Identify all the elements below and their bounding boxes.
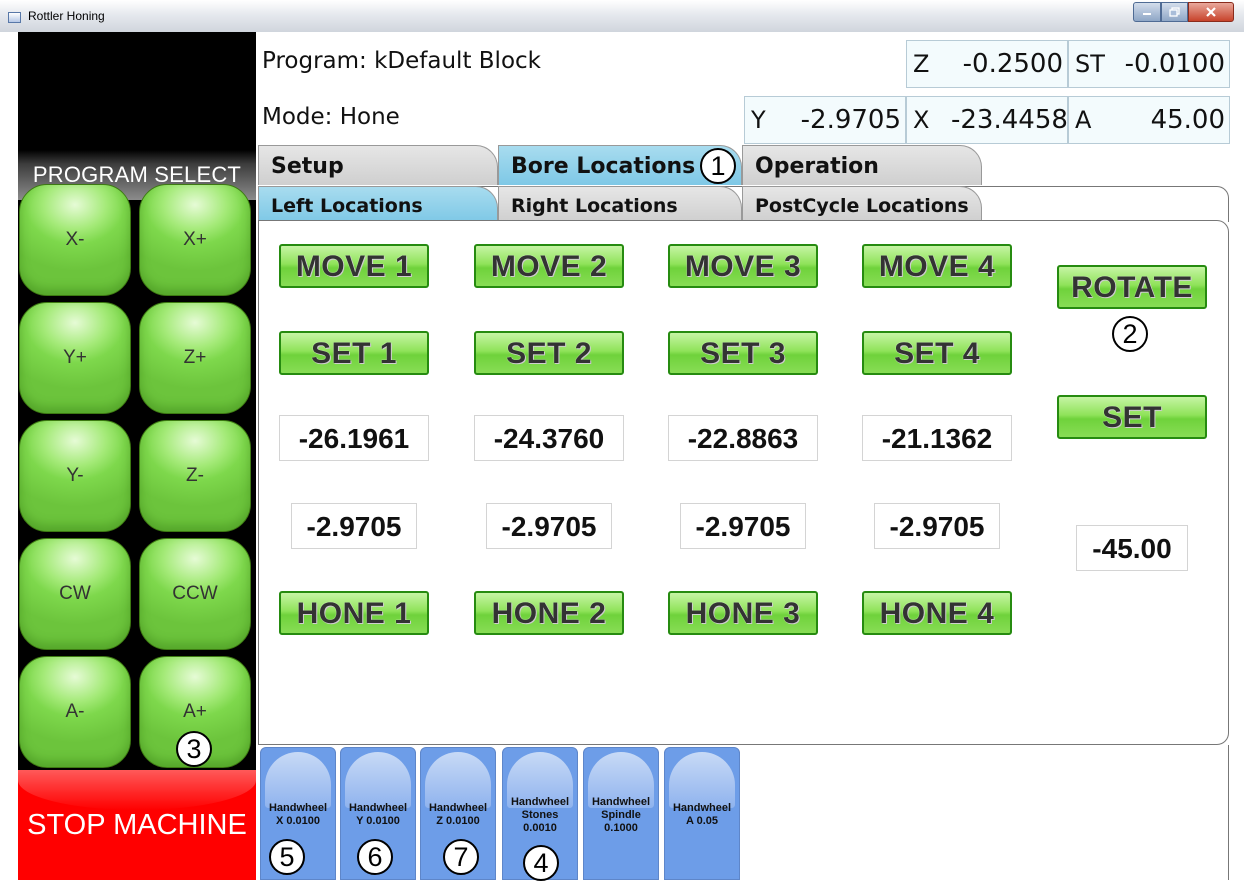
rotate-angle-field[interactable]: -45.00 [1076, 525, 1188, 571]
left-jog-panel: PROGRAM SELECT X- X+ Y+ Z+ Y- Z- CW CCW … [18, 32, 256, 880]
jog-z-minus-button[interactable]: Z- [139, 420, 251, 532]
st-readout: ST -0.0100 [1068, 40, 1230, 88]
location-1-x-field[interactable]: -26.1961 [279, 415, 429, 461]
window-controls [1133, 2, 1234, 24]
jog-ccw-button[interactable]: CCW [139, 538, 251, 650]
jog-y-minus-button[interactable]: Y- [19, 420, 131, 532]
window-title: Rottler Honing [28, 9, 105, 23]
tab-setup[interactable]: Setup [258, 145, 498, 185]
set-1-button[interactable]: SET 1 [279, 331, 429, 375]
mode-label: Mode: Hone [262, 104, 400, 130]
jog-y-plus-button[interactable]: Y+ [19, 302, 131, 414]
close-button[interactable] [1188, 2, 1234, 22]
callout-marker-7: 7 [443, 839, 479, 875]
a-readout: A 45.00 [1068, 96, 1230, 144]
title-bar: Rottler Honing [0, 0, 1244, 32]
restore-icon [1169, 7, 1180, 17]
callout-marker-5: 5 [269, 839, 305, 875]
location-3-y-field[interactable]: -2.9705 [680, 503, 806, 549]
x-readout: X -23.4458 [906, 96, 1068, 144]
location-4-x-field[interactable]: -21.1362 [862, 415, 1012, 461]
location-2-y-field[interactable]: -2.9705 [486, 503, 612, 549]
minimize-icon [1143, 13, 1151, 15]
jog-x-plus-button[interactable]: X+ [139, 184, 251, 296]
stop-machine-button[interactable]: STOP MACHINE [18, 770, 256, 880]
rotate-button[interactable]: ROTATE [1057, 265, 1207, 309]
handwheel-a-button[interactable]: Handwheel A 0.05 [664, 747, 740, 880]
app-icon [8, 12, 21, 23]
hone-1-button[interactable]: HONE 1 [279, 591, 429, 635]
location-2-x-field[interactable]: -24.3760 [474, 415, 624, 461]
hone-4-button[interactable]: HONE 4 [862, 591, 1012, 635]
close-icon [1206, 7, 1216, 17]
handwheel-spindle-button[interactable]: Handwheel Spindle 0.1000 [583, 747, 659, 880]
location-1-y-field[interactable]: -2.9705 [291, 503, 417, 549]
callout-marker-4: 4 [523, 845, 559, 881]
jog-a-minus-button[interactable]: A- [19, 656, 131, 768]
set-3-button[interactable]: SET 3 [668, 331, 818, 375]
program-label: Program: kDefault Block [262, 48, 541, 74]
callout-marker-2: 2 [1112, 316, 1148, 352]
tab-operation[interactable]: Operation [742, 145, 982, 185]
move-2-button[interactable]: MOVE 2 [474, 244, 624, 288]
location-3-x-field[interactable]: -22.8863 [668, 415, 818, 461]
location-4-y-field[interactable]: -2.9705 [874, 503, 1000, 549]
move-1-button[interactable]: MOVE 1 [279, 244, 429, 288]
subtab-left-locations[interactable]: Left Locations [258, 186, 498, 222]
minimize-button[interactable] [1133, 2, 1161, 22]
subtab-postcycle-locations[interactable]: PostCycle Locations [742, 186, 982, 222]
maximize-button[interactable] [1161, 2, 1188, 22]
move-3-button[interactable]: MOVE 3 [668, 244, 818, 288]
z-readout: Z -0.2500 [906, 40, 1068, 88]
rotate-set-button[interactable]: SET [1057, 395, 1207, 439]
jog-z-plus-button[interactable]: Z+ [139, 302, 251, 414]
move-4-button[interactable]: MOVE 4 [862, 244, 1012, 288]
set-4-button[interactable]: SET 4 [862, 331, 1012, 375]
jog-cw-button[interactable]: CW [19, 538, 131, 650]
hone-2-button[interactable]: HONE 2 [474, 591, 624, 635]
subtab-right-locations[interactable]: Right Locations [498, 186, 742, 222]
y-readout: Y -2.9705 [744, 96, 906, 144]
set-2-button[interactable]: SET 2 [474, 331, 624, 375]
jog-x-minus-button[interactable]: X- [19, 184, 131, 296]
callout-marker-3: 3 [176, 731, 212, 767]
hone-3-button[interactable]: HONE 3 [668, 591, 818, 635]
callout-marker-1: 1 [700, 148, 736, 184]
callout-marker-6: 6 [357, 839, 393, 875]
